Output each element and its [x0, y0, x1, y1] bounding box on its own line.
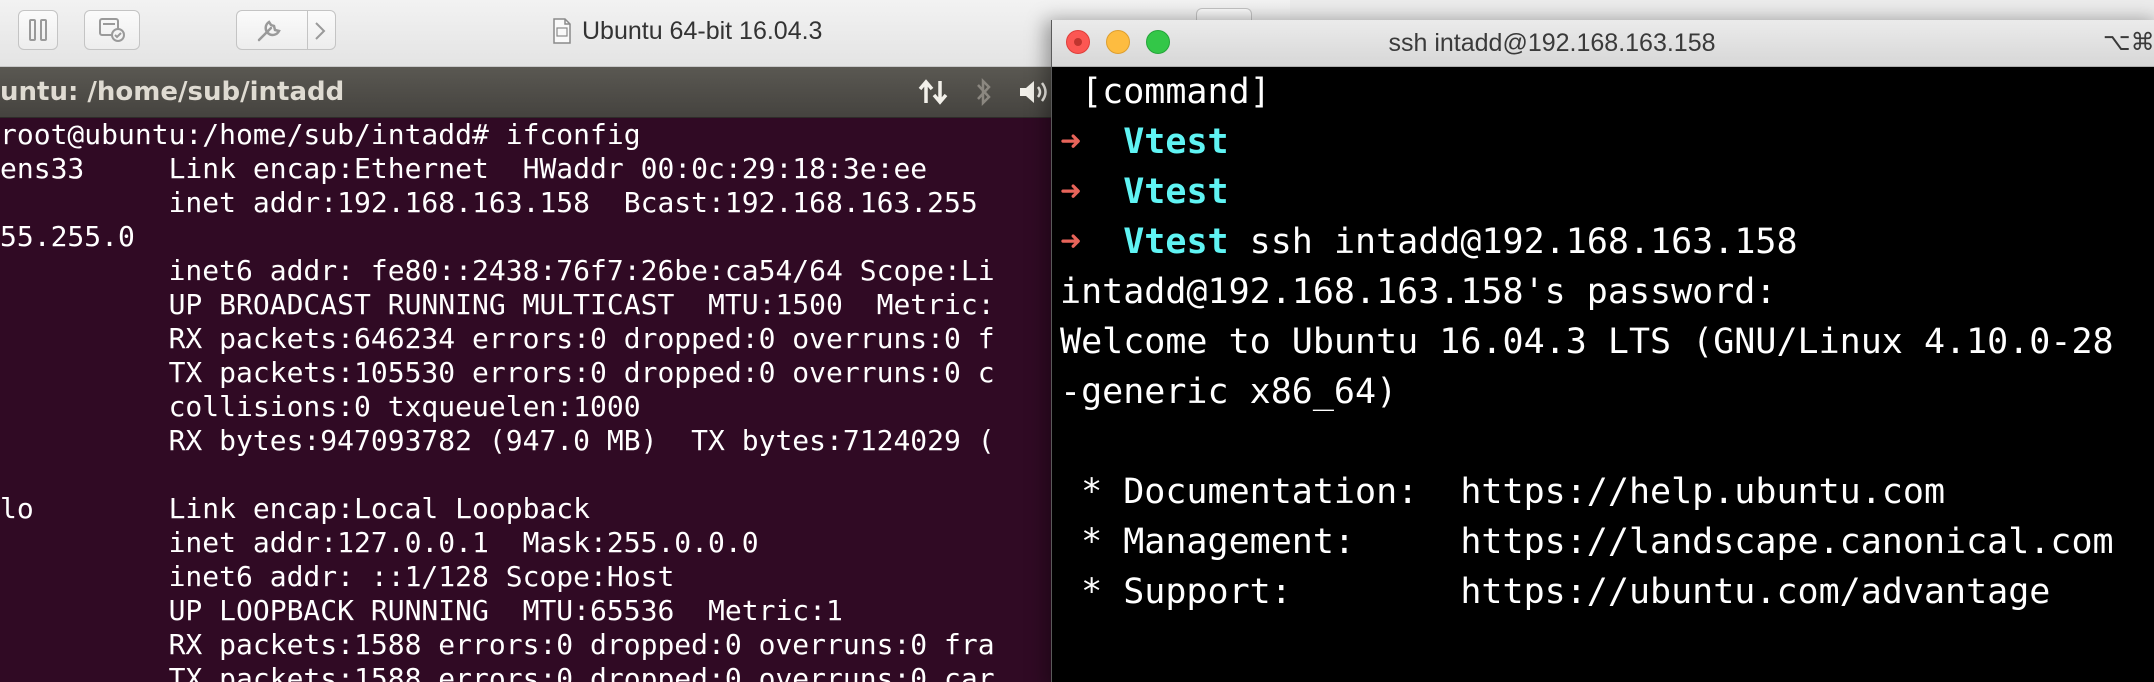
terminal-line: intadd@192.168.163.158's password:: [1060, 272, 1777, 312]
window-shortcut: ⌥⌘1: [2103, 29, 2154, 56]
ssh-terminal-window: ssh intadd@192.168.163.158 ⌥⌘1 [command]…: [1051, 20, 2154, 682]
prompt-line: ➜ Vtest: [1060, 167, 1229, 217]
terminal-line: RX packets:646234 errors:0 dropped:0 ove…: [0, 322, 995, 355]
terminal-line: inet6 addr: ::1/128 Scope:Host: [0, 560, 675, 593]
prompt-arrow: ➜: [1060, 122, 1082, 162]
terminal-line: lo Link encap:Local Loopback: [0, 492, 591, 525]
terminal-line: * Support: https://ubuntu.com/advantage: [1060, 572, 2051, 612]
prompt-line: ➜ Vtest ssh intadd@192.168.163.158: [1060, 217, 1798, 267]
desktop: Ubuntu 64-bit 16.04.3 untu: /home/sub/in…: [0, 0, 2154, 682]
vmware-window-title: Ubuntu 64-bit 16.04.3: [552, 14, 822, 48]
terminal-line: inet addr:192.168.163.158 Bcast:192.168.…: [0, 186, 978, 219]
settings-button[interactable]: [236, 10, 336, 50]
prompt-dir: Vtest: [1123, 222, 1229, 262]
volume-icon[interactable]: [1016, 75, 1052, 109]
document-icon: [553, 18, 571, 44]
ssh-titlebar: ssh intadd@192.168.163.158 ⌥⌘1: [1052, 20, 2154, 67]
snapshot-button[interactable]: [84, 10, 140, 50]
prompt-line: ➜ Vtest: [1060, 117, 1229, 167]
ssh-command: ssh intadd@192.168.163.158: [1228, 222, 1798, 262]
terminal-line: root@ubuntu:/home/sub/intadd# ifconfig: [0, 118, 641, 151]
prompt-arrow: ➜: [1060, 222, 1082, 262]
prompt-dir: Vtest: [1123, 122, 1229, 162]
terminal-line: UP LOOPBACK RUNNING MTU:65536 Metric:1: [0, 594, 843, 627]
terminal-line: inet addr:127.0.0.1 Mask:255.0.0.0: [0, 526, 759, 559]
terminal-line: RX bytes:947093782 (947.0 MB) TX bytes:7…: [0, 424, 995, 457]
terminal-line: * Management: https://landscape.canonica…: [1060, 522, 2114, 562]
snapshot-icon: [99, 18, 125, 42]
terminal-line: TX packets:105530 errors:0 dropped:0 ove…: [0, 356, 995, 389]
prompt-dir: Vtest: [1123, 172, 1229, 212]
ssh-terminal[interactable]: [command] ➜ Vtest ➜ Vtest ➜ Vtest ssh in…: [1052, 67, 2154, 682]
terminal-window-title: untu: /home/sub/intadd: [0, 77, 345, 107]
vmware-title-text: Ubuntu 64-bit 16.04.3: [582, 16, 823, 45]
terminal-line: TX packets:1588 errors:0 dropped:0 overr…: [0, 662, 995, 682]
terminal-line: -generic x86_64): [1060, 372, 1398, 412]
terminal-line: ens33 Link encap:Ethernet HWaddr 00:0c:2…: [0, 152, 928, 185]
terminal-line: RX packets:1588 errors:0 dropped:0 overr…: [0, 628, 995, 661]
terminal-line: * Documentation: https://help.ubuntu.com: [1060, 472, 1946, 512]
terminal-line: collisions:0 txqueuelen:1000: [0, 390, 641, 423]
ubuntu-top-panel: untu: /home/sub/intadd: [0, 67, 1060, 118]
chevron-right-icon: [315, 22, 326, 40]
terminal-line: 55.255.0: [0, 220, 135, 253]
ubuntu-terminal[interactable]: root@ubuntu:/home/sub/intadd# ifconfig e…: [0, 118, 1060, 682]
ssh-window-title: ssh intadd@192.168.163.158: [1388, 29, 1716, 57]
pause-button[interactable]: [18, 10, 58, 50]
network-updown-icon[interactable]: [915, 75, 951, 109]
wrench-icon: [257, 20, 281, 42]
pause-icon: [29, 19, 47, 41]
terminal-line: inet6 addr: fe80::2438:76f7:26be:ca54/64…: [0, 254, 995, 287]
terminal-line: [command]: [1060, 72, 1271, 112]
terminal-line: UP BROADCAST RUNNING MULTICAST MTU:1500 …: [0, 288, 995, 321]
prompt-arrow: ➜: [1060, 172, 1082, 212]
bluetooth-icon[interactable]: [966, 75, 1002, 109]
terminal-line: Welcome to Ubuntu 16.04.3 LTS (GNU/Linux…: [1060, 322, 2114, 362]
background-window-strip: [1290, 0, 2154, 20]
